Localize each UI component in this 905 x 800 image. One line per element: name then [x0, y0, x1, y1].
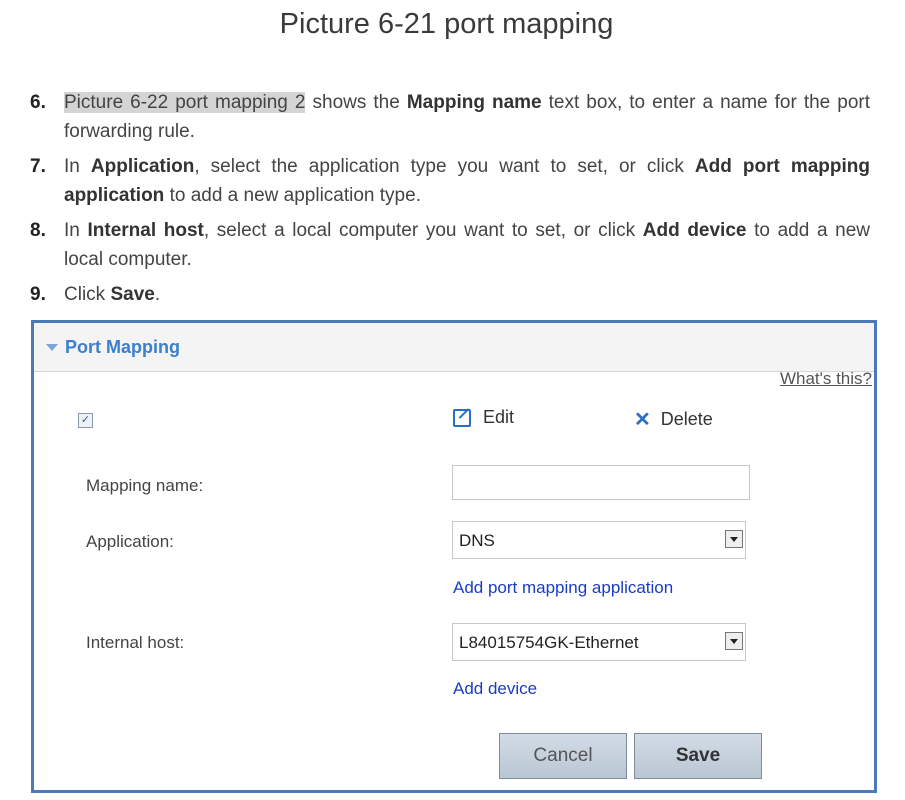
step-number: 7.	[30, 156, 46, 177]
mapping-name-label: Mapping name:	[86, 476, 204, 495]
step-number: 8.	[30, 220, 46, 241]
whats-this-link[interactable]: What's this?	[780, 369, 872, 389]
step-text: Click Save.	[64, 284, 161, 305]
close-icon: ✕	[634, 409, 651, 431]
panel-title[interactable]: Port Mapping	[65, 337, 180, 358]
step-6: 6. Picture 6-22 port mapping 2 shows the…	[30, 88, 870, 146]
internal-host-value: L84015754GK-Ethernet	[459, 633, 639, 652]
collapse-triangle-icon[interactable]	[46, 343, 58, 351]
add-device-link[interactable]: Add device	[453, 679, 537, 699]
save-button[interactable]: Save	[634, 733, 762, 779]
internal-host-label: Internal host:	[86, 633, 185, 652]
select-checkbox[interactable]: ✓	[78, 413, 93, 428]
step-text: Picture 6-22 port mapping 2 shows the Ma…	[64, 92, 871, 142]
application-value: DNS	[459, 531, 495, 550]
steps-list: 6. Picture 6-22 port mapping 2 shows the…	[30, 88, 870, 315]
edit-button[interactable]: Edit	[453, 407, 514, 428]
application-label: Application:	[86, 532, 174, 551]
panel-header[interactable]: Port Mapping	[34, 323, 874, 372]
step-text: In Application, select the application t…	[64, 156, 870, 206]
dropdown-arrow-icon[interactable]	[725, 530, 743, 548]
delete-button[interactable]: ✕ Delete	[634, 407, 713, 432]
step-8: 8. In Internal host, select a local comp…	[30, 216, 870, 274]
port-mapping-panel: Port Mapping What's this? ✓ Edit ✕ Delet…	[31, 320, 877, 793]
application-select[interactable]: DNS	[452, 521, 746, 559]
delete-label: Delete	[660, 409, 713, 429]
step-number: 9.	[30, 284, 46, 305]
cancel-button[interactable]: Cancel	[499, 733, 627, 779]
step-7: 7. In Application, select the applicatio…	[30, 152, 870, 210]
edit-icon	[453, 408, 471, 427]
dropdown-arrow-icon[interactable]	[725, 632, 743, 650]
step-9: 9. Click Save.	[30, 280, 870, 309]
internal-host-select[interactable]: L84015754GK-Ethernet	[452, 623, 746, 661]
edit-label: Edit	[483, 407, 515, 427]
step-text: In Internal host, select a local compute…	[64, 220, 871, 270]
mapping-name-input[interactable]	[452, 465, 750, 500]
add-port-mapping-application-link[interactable]: Add port mapping application	[453, 578, 673, 598]
page-title: Picture 6-21 port mapping	[279, 8, 614, 40]
figure-reference[interactable]: Picture 6-22 port mapping 2	[64, 92, 306, 113]
step-number: 6.	[30, 92, 46, 113]
